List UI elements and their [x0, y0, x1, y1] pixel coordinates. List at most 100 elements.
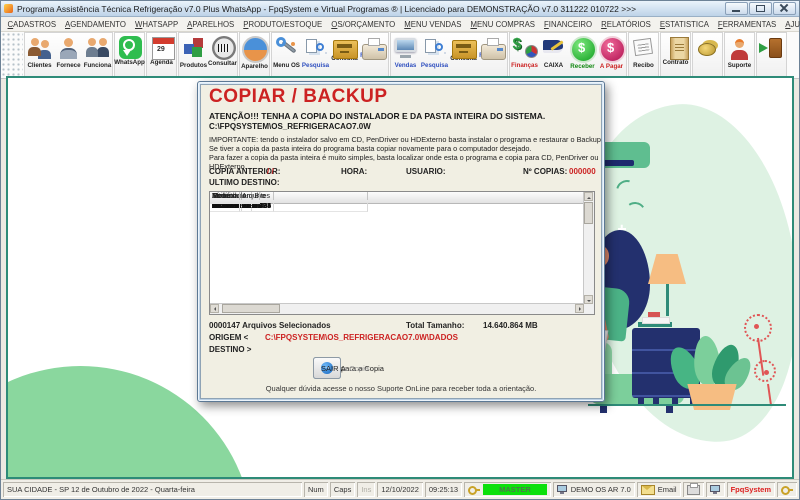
dialog-footer-note: Qualquer dúvida acesse o nosso Suporte O… — [265, 384, 537, 393]
toolbar-button-aparelho[interactable]: Aparelho — [240, 33, 269, 77]
search-docs-icon — [303, 35, 329, 61]
cashbook-icon — [541, 35, 567, 61]
mail-icon — [640, 484, 655, 495]
menu-item-ajuda[interactable]: AJUDA — [781, 20, 800, 29]
toolbar-button-produtos[interactable]: Produtos — [179, 33, 208, 77]
total-size-label: Total Tamanho: — [406, 321, 465, 330]
toolbar-button-fornece[interactable]: Fornece — [54, 33, 83, 77]
menu-item-estatistica[interactable]: ESTATISTICA — [655, 20, 713, 29]
menu-bar: CADASTROS AGENDAMENTO WHATSAPP APARELHOS PRO… — [1, 17, 800, 32]
report-icon — [481, 38, 506, 60]
toolbar-group: Menu OSPesquisaConsultaRelatório — [271, 32, 389, 78]
vertical-scrollbar[interactable] — [583, 192, 594, 304]
toolbar-button-relat-rio[interactable]: Relatório — [478, 33, 507, 77]
toolbar-button-receber[interactable]: Receber — [568, 33, 597, 77]
info-line: IMPORTANTE: tendo o instalador salvo em … — [209, 135, 601, 144]
toolbar-button-funciona[interactable]: Funciona — [83, 33, 112, 77]
toolbar-button-label: WhatsApp — [114, 59, 145, 66]
menu-item-label: AGENDAMENTO — [65, 19, 126, 29]
toolbar-button-contrato[interactable]: Contrato — [661, 33, 690, 77]
toolbar-button-pesquisa[interactable]: Pesquisa — [301, 33, 330, 77]
menu-item-ferramentas[interactable]: FERRAMENTAS — [713, 20, 780, 29]
toolbar-button-label: Contrato — [662, 59, 689, 66]
status-version: DEMO OS AR 7.0 — [553, 482, 635, 497]
illustration-book — [648, 312, 660, 317]
menu-item-agendamento[interactable]: AGENDAMENTO — [61, 20, 131, 29]
toolbar-button-consulta[interactable]: Consulta — [449, 33, 478, 77]
toolbar-button-vendas[interactable]: Vendas — [391, 33, 420, 77]
toolbar-button-finan-as[interactable]: Finanças — [510, 33, 539, 77]
status-text: Num — [307, 485, 324, 494]
toolbar-button-label: Produtos — [179, 62, 208, 69]
menu-item-relat-rios[interactable]: RELATÓRIOS — [597, 20, 656, 29]
toolbar-button-consultar[interactable]: Consultar — [208, 33, 237, 77]
status-email[interactable]: Email — [637, 482, 681, 497]
exit-door-icon — [758, 35, 785, 61]
sair-button[interactable]: SAIR — [313, 357, 341, 379]
toolbar-button-menu-os[interactable]: Menu OS — [272, 33, 301, 77]
menu-item-label: CADASTROS — [7, 19, 57, 29]
toolbar-button-coins-icon[interactable] — [693, 33, 722, 77]
vertical-scroll-thumb[interactable] — [584, 202, 593, 224]
toolbar-group: Produtos Consultar — [178, 32, 238, 78]
toolbar-button-label: Pesquisa — [420, 62, 449, 69]
selected-files-count: 0000147 Arquivos Selecionados — [209, 321, 331, 330]
menu-item-financeiro[interactable]: FINANCEIRO — [540, 20, 597, 29]
origin-path: C:\FPQSYSTEM\OS_REFRIGERACAO7.0W\DADOS — [265, 333, 458, 342]
toolbar-groups: Clientes ForneceFuncionaWhatsApp Agenda Pro… — [23, 32, 787, 78]
scroll-up-icon[interactable] — [584, 192, 593, 201]
column-header-status[interactable]: Status — [210, 192, 260, 200]
dialog-heading: COPIAR / BACKUP — [209, 86, 388, 107]
scroll-right-icon[interactable] — [575, 304, 584, 313]
cell: A — [210, 203, 240, 212]
scroll-down-icon[interactable] — [584, 295, 593, 304]
window-titlebar[interactable]: Programa Assistência Técnica Refrigeraçã… — [1, 1, 799, 17]
scroll-left-icon[interactable] — [210, 304, 219, 313]
menu-item-produto-estoque[interactable]: PRODUTO/ESTOQUE — [239, 20, 327, 29]
menu-item-menu-vendas[interactable]: MENU VENDAS — [400, 20, 466, 29]
horizontal-scrollbar[interactable] — [210, 303, 584, 314]
close-button[interactable] — [773, 2, 796, 15]
menu-item-aparelhos[interactable]: APARELHOS — [183, 20, 239, 29]
dollar-red-icon — [599, 36, 626, 63]
status-user: MASTER — [464, 482, 551, 497]
barcode-icon — [211, 36, 236, 60]
toolbar-group: Contrato — [660, 32, 691, 78]
menu-item-menu-compras[interactable]: MENU COMPRAS — [466, 20, 540, 29]
toolbar-group — [756, 32, 787, 78]
toolbar-button-consulta[interactable]: Consulta — [330, 33, 359, 77]
horizontal-scroll-thumb[interactable] — [222, 304, 280, 313]
minimize-button[interactable] — [725, 2, 748, 15]
toolbar-button-a-pagar[interactable]: A Pagar — [597, 33, 626, 77]
menu-item-label: RELATÓRIOS — [601, 19, 651, 29]
copies-count-label: Nº COPIAS: — [523, 167, 568, 176]
menu-item-os-or-amento[interactable]: OS/ORÇAMENTO — [327, 20, 400, 29]
status-time: 09:25:13 — [425, 482, 462, 497]
toolbar-button-agenda[interactable]: Agenda — [147, 33, 176, 77]
toolbar-group: Agenda — [146, 32, 177, 78]
application-window: Programa Assistência Técnica Refrigeraçã… — [0, 0, 800, 500]
monitor-icon — [393, 35, 419, 61]
illustration-lamp-pole — [666, 284, 669, 316]
client-area: >>> CRIAR COPIA DE SEGURANÇA DOS DADOS <… — [6, 76, 794, 479]
toolbar-button-clientes[interactable]: Clientes — [25, 33, 54, 77]
contract-icon — [670, 37, 689, 60]
menu-item-whatsapp[interactable]: WHATSAPP — [130, 20, 182, 29]
menu-item-cadastros[interactable]: CADASTROS — [3, 20, 61, 29]
toolbar-button-whatsapp[interactable]: WhatsApp — [114, 33, 145, 77]
toolbar-button-caixa[interactable]: CAIXA — [539, 33, 568, 77]
search-docs-icon — [422, 35, 448, 61]
toolbar-button-relat-rio[interactable]: Relatório — [359, 33, 388, 77]
status-text: 09:25:13 — [428, 485, 459, 494]
maximize-button[interactable] — [749, 2, 772, 15]
toolbar-button-pesquisa[interactable]: Pesquisa — [420, 33, 449, 77]
total-size-value: 14.640.864 MB — [483, 321, 538, 330]
toolbar-button-label: Consultar — [208, 60, 237, 67]
toolbar-button-recibo[interactable]: Recibo — [629, 33, 658, 77]
toolbar-button-suporte[interactable]: Suporte — [725, 33, 754, 77]
backup-dialog: >>> CRIAR COPIA DE SEGURANÇA DOS DADOS <… — [197, 81, 605, 402]
coins-icon — [695, 35, 721, 61]
receipt-icon — [631, 35, 657, 61]
toolbar-button-exit-door-icon[interactable] — [757, 33, 786, 77]
copies-count-value: 000000 — [569, 167, 596, 176]
